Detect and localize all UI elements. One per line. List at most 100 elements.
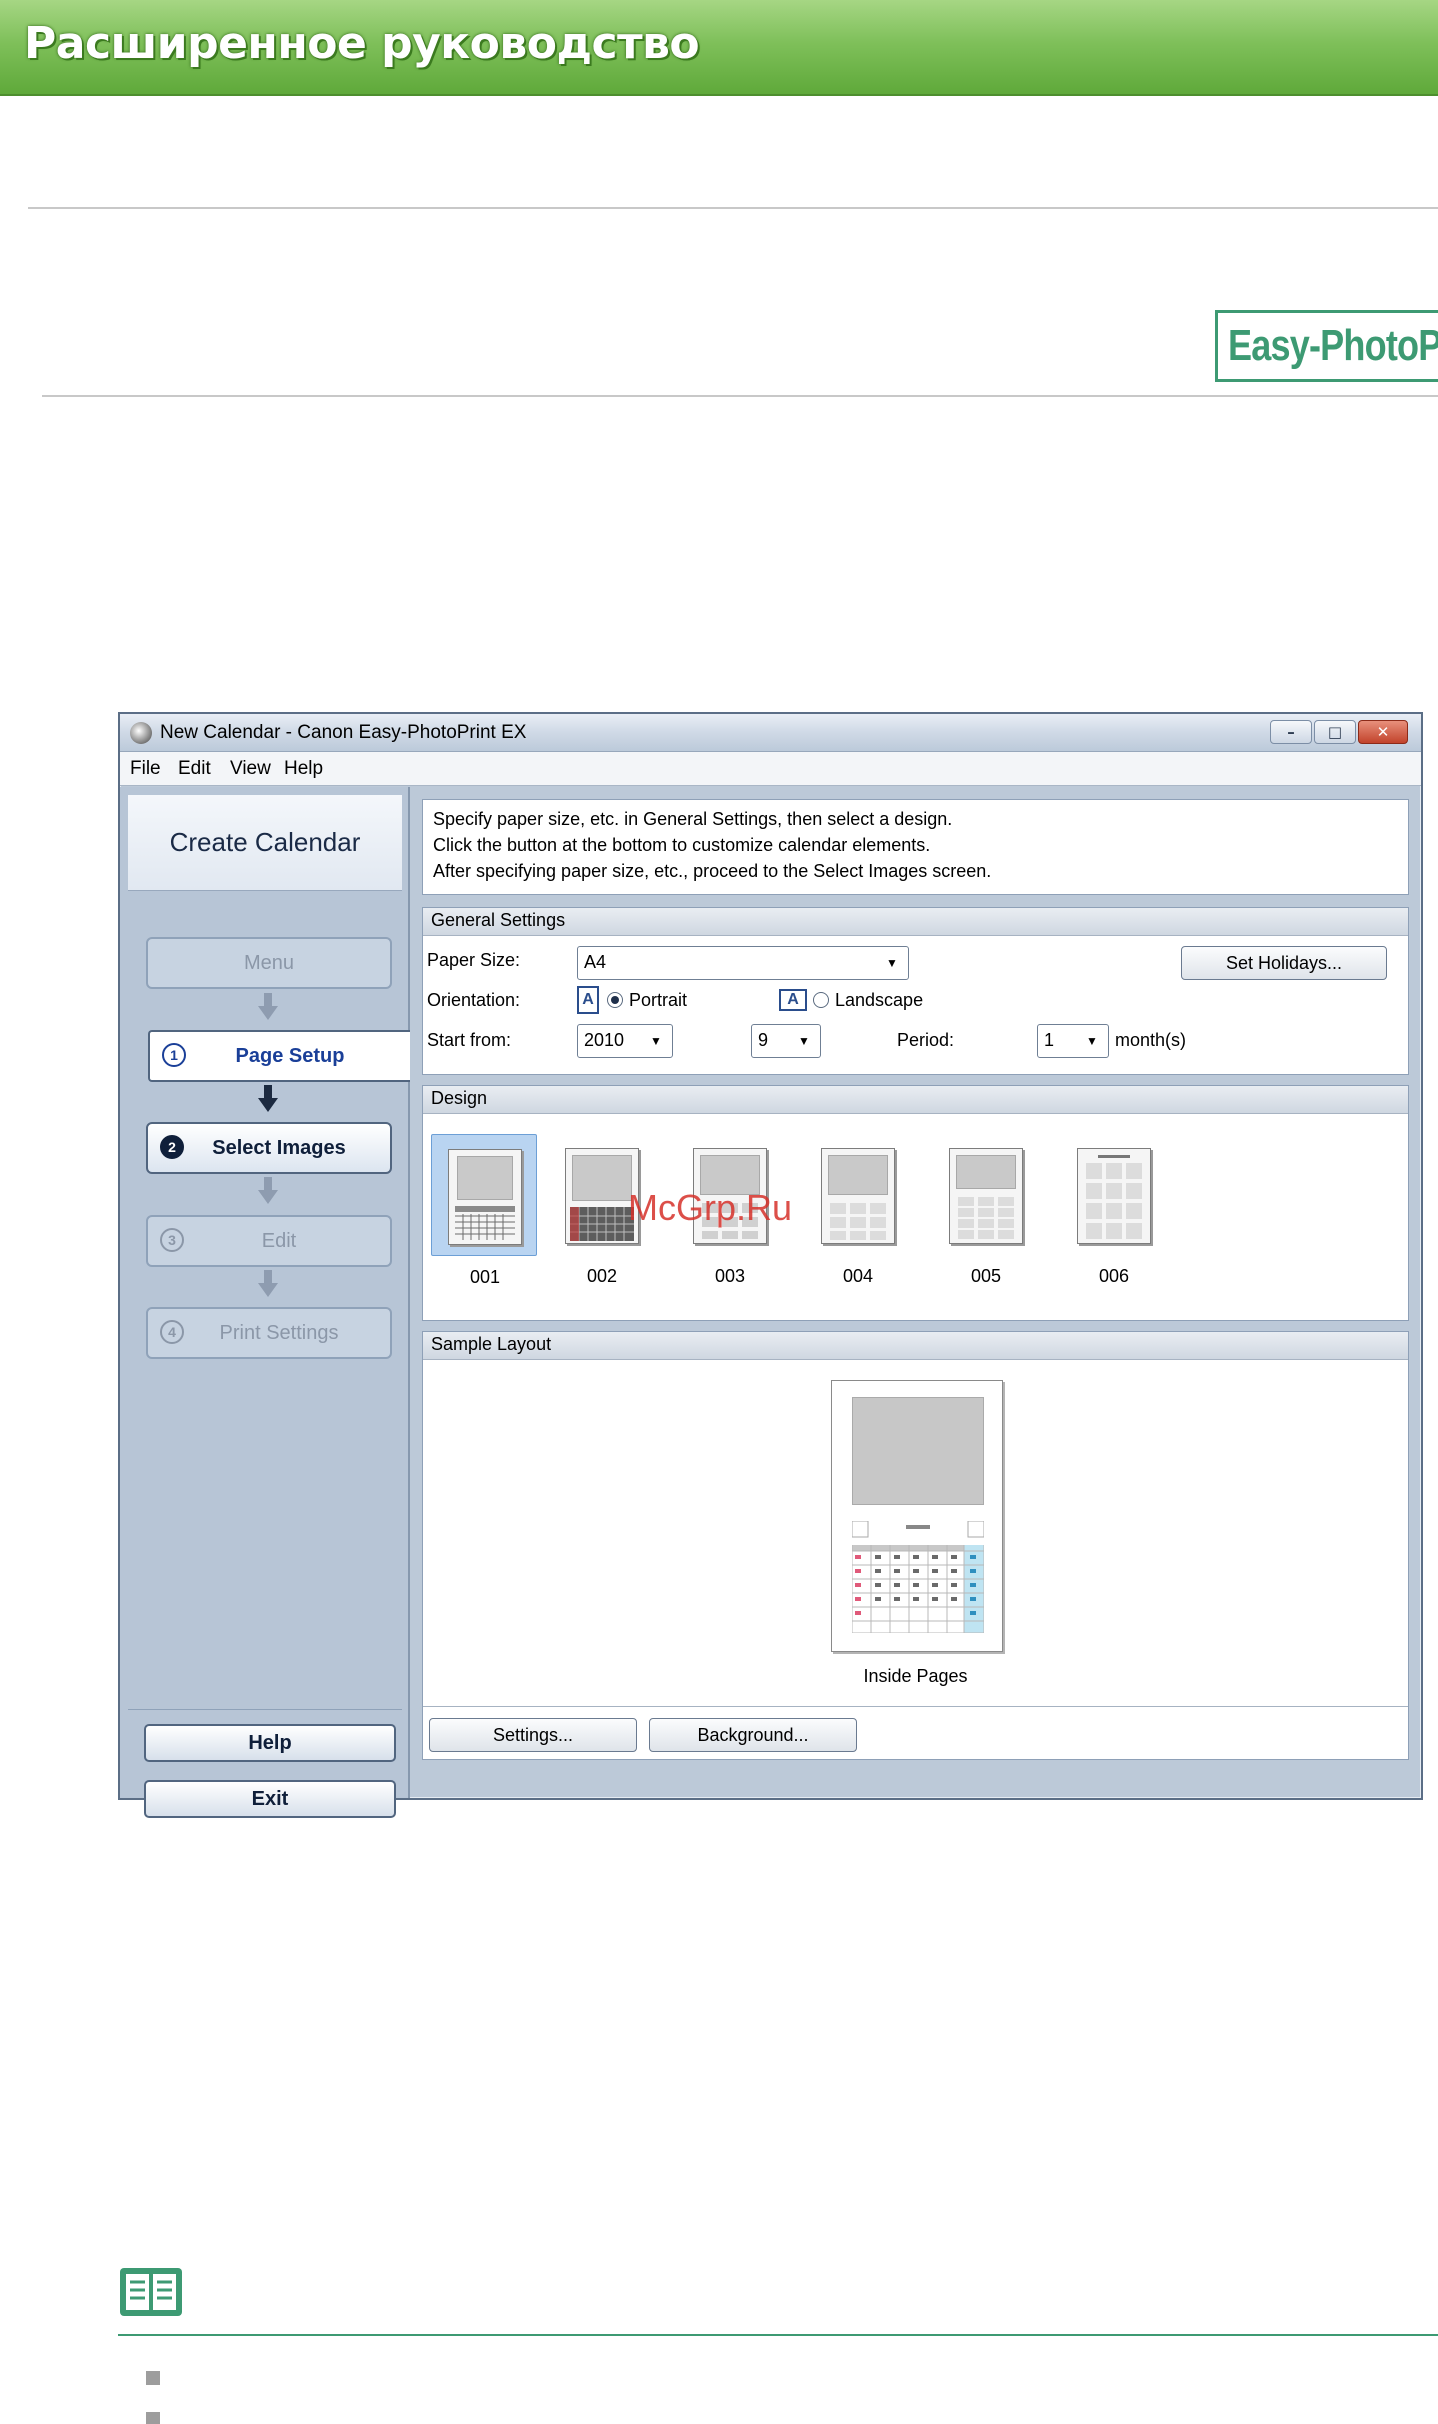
step-select-images[interactable]: 2 Select Images <box>146 1122 392 1174</box>
square-bullet-icon <box>146 2371 160 2385</box>
instructions-box: Specify paper size, etc. in General Sett… <box>422 799 1409 895</box>
design-label: 001 <box>469 1267 501 1287</box>
menu-button[interactable]: Menu <box>146 937 392 989</box>
chevron-down-icon: ▼ <box>886 956 898 970</box>
design-preview-icon <box>448 1149 522 1245</box>
exit-button[interactable]: Exit <box>144 1780 396 1818</box>
menu-button-label: Menu <box>243 951 295 974</box>
panel-title: Create Calendar <box>169 827 361 857</box>
start-month-value: 9 <box>758 1030 769 1050</box>
landscape-label[interactable]: Landscape <box>835 990 923 1011</box>
help-button[interactable]: Help <box>144 1724 396 1762</box>
menu-bar: File Edit View Help <box>120 752 1421 786</box>
sample-caption: Inside Pages <box>863 1666 968 1686</box>
step-edit[interactable]: 3 Edit <box>146 1215 392 1267</box>
settings-button[interactable]: Settings... <box>429 1718 637 1752</box>
landscape-radio[interactable] <box>813 992 829 1008</box>
sample-layout-divider <box>423 1706 1408 1707</box>
preview-photo <box>457 1156 513 1200</box>
design-thumb-006[interactable]: 006 <box>1071 1134 1177 1286</box>
step-page-setup[interactable]: 1 Page Setup <box>148 1030 410 1082</box>
arrow-down-icon <box>258 993 278 1023</box>
preview-calendar-grid <box>830 1203 886 1240</box>
general-settings-group: General Settings Paper Size: A4 ▼ Set Ho… <box>422 907 1409 1075</box>
design-thumb-001[interactable]: 001 <box>431 1134 537 1287</box>
canon-app-icon <box>130 722 152 744</box>
chevron-down-icon: ▼ <box>1086 1034 1098 1048</box>
page-banner: Расширенное руководство <box>0 0 1438 96</box>
app-window: New Calendar - Canon Easy-PhotoPrint EX … <box>118 712 1423 1818</box>
minimize-button[interactable]: – <box>1270 720 1312 744</box>
design-preview-icon <box>1077 1148 1151 1244</box>
panel-separator <box>128 1709 402 1710</box>
note-divider <box>118 2334 1438 2336</box>
divider-under-logo <box>42 395 1438 397</box>
sample-photo-placeholder <box>852 1397 984 1505</box>
sample-page-preview <box>831 1380 1003 1652</box>
arrow-down-icon <box>258 1085 278 1115</box>
sample-layout-group: Sample Layout Inside Pages Settings... B… <box>422 1331 1409 1760</box>
easy-photoprint-logo: Easy-PhotoP <box>1215 310 1438 382</box>
chevron-down-icon: ▼ <box>798 1034 810 1048</box>
step-label: Select Images <box>212 1136 346 1159</box>
paper-size-select[interactable]: A4 ▼ <box>577 946 909 980</box>
preview-calendar-grid <box>455 1206 515 1240</box>
design-label: 003 <box>714 1266 746 1286</box>
design-preview-icon <box>949 1148 1023 1244</box>
note-book-icon <box>120 2268 182 2316</box>
design-thumb-004[interactable]: 004 <box>815 1134 921 1286</box>
step-number-2-icon: 2 <box>160 1135 184 1159</box>
design-label: 004 <box>842 1266 874 1286</box>
step-label: Print Settings <box>219 1321 339 1344</box>
menu-edit[interactable]: Edit <box>178 758 211 780</box>
step-print-settings[interactable]: 4 Print Settings <box>146 1307 392 1359</box>
background-button[interactable]: Background... <box>649 1718 857 1752</box>
period-select[interactable]: 1 ▼ <box>1037 1024 1109 1058</box>
step-label: Edit <box>261 1229 297 1252</box>
portrait-label[interactable]: Portrait <box>629 990 687 1011</box>
design-preview-icon <box>821 1148 895 1244</box>
maximize-button[interactable]: □ <box>1314 720 1356 744</box>
start-from-label: Start from: <box>427 1030 512 1050</box>
square-bullet-icon <box>146 2412 160 2424</box>
preview-photo <box>956 1155 1016 1189</box>
left-nav-panel: Create Calendar Menu 1 Page Setup 2 Sele… <box>120 787 410 1818</box>
menu-file[interactable]: File <box>130 758 161 780</box>
watermark-text: McGrp.Ru <box>628 1187 793 1228</box>
instruction-line: Specify paper size, etc. in General Sett… <box>433 809 953 829</box>
step-number-1-icon: 1 <box>162 1043 186 1067</box>
preview-photo <box>828 1155 888 1195</box>
chevron-down-icon: ▼ <box>650 1034 662 1048</box>
preview-photo <box>572 1155 632 1201</box>
general-settings-header: General Settings <box>423 908 1408 936</box>
step-number-4-icon: 4 <box>160 1320 184 1344</box>
sample-layout-header: Sample Layout <box>423 1332 1408 1360</box>
sample-calendar-grid <box>852 1521 984 1633</box>
easy-photoprint-logo-text: Easy-PhotoP <box>1228 321 1438 370</box>
preview-calendar-grid <box>958 1197 1014 1239</box>
set-holidays-button[interactable]: Set Holidays... <box>1181 946 1387 980</box>
step-label: Page Setup <box>235 1044 345 1067</box>
close-button[interactable]: ✕ <box>1358 720 1408 744</box>
design-header: Design <box>423 1086 1408 1114</box>
menu-help[interactable]: Help <box>284 758 323 780</box>
menu-view[interactable]: View <box>230 758 271 780</box>
start-month-select[interactable]: 9 ▼ <box>751 1024 821 1058</box>
divider-top <box>28 207 1438 209</box>
portrait-radio[interactable] <box>607 992 623 1008</box>
window-titlebar[interactable]: New Calendar - Canon Easy-PhotoPrint EX … <box>120 714 1421 752</box>
period-value: 1 <box>1044 1030 1055 1050</box>
start-year-select[interactable]: 2010 ▼ <box>577 1024 673 1058</box>
step-number-3-icon: 3 <box>160 1228 184 1252</box>
landscape-orientation-icon: A <box>779 989 807 1011</box>
design-label: 002 <box>586 1266 618 1286</box>
start-year-value: 2010 <box>584 1030 625 1050</box>
paper-size-label: Paper Size: <box>427 950 521 970</box>
period-unit-label: month(s) <box>1115 1030 1187 1050</box>
instruction-line: After specifying paper size, etc., proce… <box>433 861 992 881</box>
design-label: 005 <box>970 1266 1002 1286</box>
design-thumb-005[interactable]: 005 <box>943 1134 1049 1286</box>
page-banner-title: Расширенное руководство <box>24 18 700 69</box>
arrow-down-icon <box>258 1177 278 1207</box>
panel-title-box: Create Calendar <box>128 795 402 891</box>
